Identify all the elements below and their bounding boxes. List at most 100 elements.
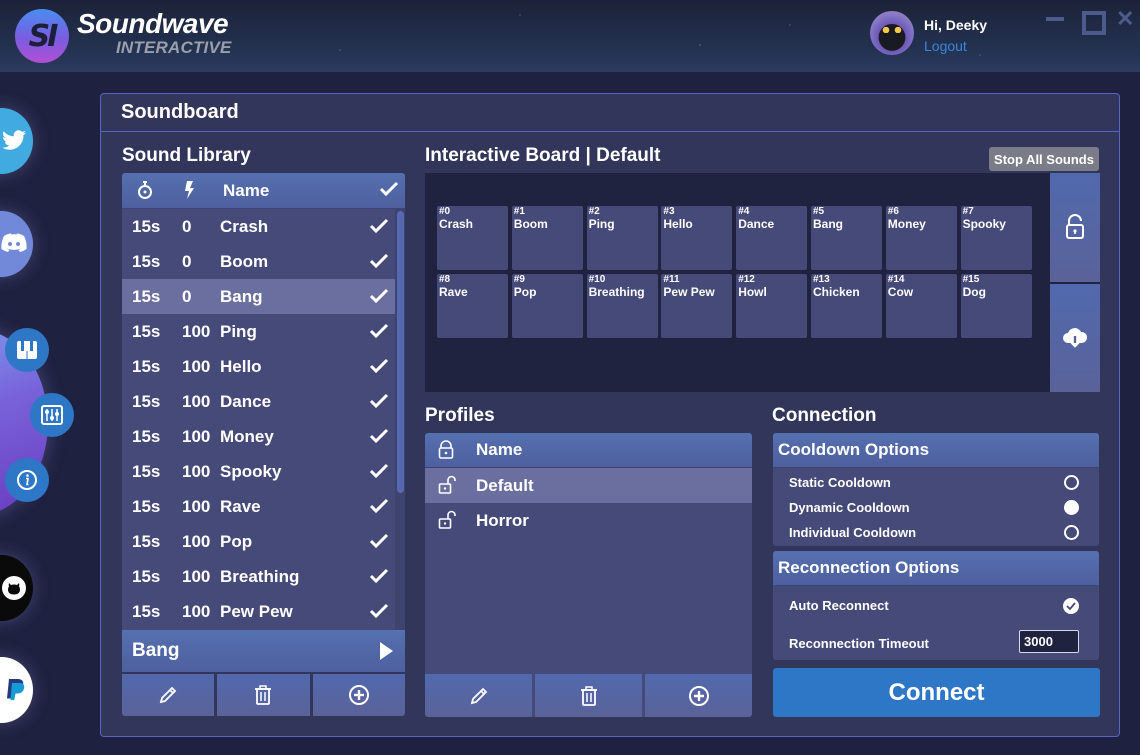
paypal-button[interactable] <box>0 657 33 723</box>
sound-row[interactable]: 15s 100 Pop <box>122 524 395 559</box>
timeout-input[interactable] <box>1019 630 1079 653</box>
info-nav-button[interactable] <box>5 458 49 502</box>
board-pad[interactable]: #11 Pew Pew <box>661 274 733 338</box>
stop-all-sounds-button[interactable]: Stop All Sounds <box>989 147 1099 171</box>
auto-reconnect-label: Auto Reconnect <box>789 597 889 613</box>
check-icon[interactable] <box>369 463 389 479</box>
edit-profile-button[interactable] <box>425 674 532 717</box>
piano-icon <box>17 341 37 359</box>
cooldown-radio[interactable] <box>1064 475 1079 490</box>
close-button[interactable]: ✕ <box>1116 8 1134 30</box>
lock-board-button[interactable] <box>1050 173 1100 282</box>
trash-icon <box>255 685 272 705</box>
sound-row[interactable]: 15s 100 Spooky <box>122 454 395 489</box>
unlock-icon[interactable] <box>438 510 456 530</box>
trash-icon <box>580 685 597 706</box>
sound-row[interactable]: 15s 100 Money <box>122 419 395 454</box>
delete-sound-button[interactable] <box>217 674 310 716</box>
sound-row[interactable]: 15s 0 Crash <box>122 209 395 244</box>
sound-actions <box>122 674 405 716</box>
board-pad[interactable]: #9 Pop <box>511 274 583 338</box>
board-pad[interactable]: #15 Dog <box>960 274 1032 338</box>
add-profile-button[interactable] <box>645 674 752 717</box>
unlock-icon[interactable] <box>438 475 456 495</box>
check-icon[interactable] <box>369 498 389 514</box>
logout-link[interactable]: Logout <box>924 38 967 54</box>
sound-cooldown: 15s <box>132 461 161 481</box>
board-pad[interactable]: #1 Boom <box>511 206 583 270</box>
cooldown-radio[interactable] <box>1064 500 1079 515</box>
sound-name: Pop <box>220 531 253 551</box>
sound-cost: 100 <box>182 566 211 586</box>
auto-reconnect-checkbox[interactable] <box>1063 598 1079 614</box>
check-icon[interactable] <box>369 253 389 269</box>
check-icon[interactable] <box>369 428 389 444</box>
check-icon[interactable] <box>369 218 389 234</box>
check-icon[interactable] <box>369 323 389 339</box>
cooldown-option-list: Static Cooldown Dynamic Cooldown Individua… <box>773 468 1099 545</box>
stopwatch-icon[interactable] <box>137 180 153 200</box>
sound-cost: 100 <box>182 321 211 341</box>
sound-row[interactable]: 15s 0 Boom <box>122 244 395 279</box>
play-icon[interactable] <box>380 642 393 660</box>
discord-button[interactable] <box>0 211 33 277</box>
maximize-button[interactable] <box>1081 10 1106 35</box>
board-pad[interactable]: #7 Spooky <box>960 206 1032 270</box>
connect-button[interactable]: Connect <box>773 668 1100 717</box>
check-icon[interactable] <box>369 358 389 374</box>
scrollbar[interactable] <box>395 209 405 630</box>
scrollbar-thumb[interactable] <box>397 211 404 493</box>
minimize-button[interactable] <box>1046 10 1064 28</box>
board-pad[interactable]: #0 Crash <box>437 206 508 270</box>
sound-cooldown: 15s <box>132 286 161 306</box>
board-pad[interactable]: #8 Rave <box>437 274 508 338</box>
edit-sound-button[interactable] <box>122 674 215 716</box>
pencil-icon <box>470 687 487 704</box>
selected-sound-name: Bang <box>132 640 180 661</box>
board-pad[interactable]: #3 Hello <box>661 206 733 270</box>
column-name[interactable]: Name <box>223 181 269 201</box>
sound-row[interactable]: 15s 100 Dance <box>122 384 395 419</box>
profile-row[interactable]: Horror <box>425 503 752 538</box>
sound-row[interactable]: 15s 0 Bang <box>122 279 395 314</box>
lock-icon[interactable] <box>438 440 454 460</box>
sound-row[interactable]: 15s 100 Hello <box>122 349 395 384</box>
settings-nav-button[interactable] <box>30 393 74 437</box>
board-pad[interactable]: #5 Bang <box>810 206 882 270</box>
twitter-button[interactable] <box>0 108 33 174</box>
check-icon[interactable] <box>369 288 389 304</box>
board-pad[interactable]: #10 Breathing <box>586 274 658 338</box>
delete-profile-button[interactable] <box>535 674 642 717</box>
board-pad[interactable]: #6 Money <box>885 206 957 270</box>
pad-label: Money <box>887 217 926 231</box>
sound-cooldown: 15s <box>132 321 161 341</box>
check-icon[interactable] <box>369 533 389 549</box>
pad-number: #3 <box>663 206 675 217</box>
sound-cooldown: 15s <box>132 531 161 551</box>
board-pad[interactable]: #12 Howl <box>736 274 808 338</box>
sound-row[interactable]: 15s 100 Breathing <box>122 559 395 594</box>
github-button[interactable] <box>0 555 33 621</box>
cooldown-radio[interactable] <box>1064 525 1079 540</box>
board-pad[interactable]: #2 Ping <box>586 206 658 270</box>
soundboard-nav-button[interactable] <box>5 328 49 372</box>
sound-row[interactable]: 15s 100 Rave <box>122 489 395 524</box>
board-pad[interactable]: #14 Cow <box>885 274 957 338</box>
cloud-upload-button[interactable] <box>1050 283 1100 392</box>
board-pad[interactable]: #13 Chicken <box>810 274 882 338</box>
sound-row[interactable]: 15s 100 Ping <box>122 314 395 349</box>
bolt-icon[interactable] <box>184 180 196 200</box>
check-icon <box>1066 602 1076 610</box>
check-icon[interactable] <box>369 393 389 409</box>
board-grid: #0 Crash #1 Boom #2 Ping #3 Hello #4 Dance #5 Bang #… <box>437 206 1032 338</box>
profile-row[interactable]: Default <box>425 468 752 503</box>
avatar[interactable] <box>870 11 914 55</box>
check-icon[interactable] <box>379 181 399 197</box>
board-pad[interactable]: #4 Dance <box>736 206 808 270</box>
pad-label: Dog <box>962 285 986 299</box>
check-icon[interactable] <box>369 568 389 584</box>
sound-row[interactable]: 15s 100 Pew Pew <box>122 594 395 629</box>
column-name[interactable]: Name <box>476 440 522 460</box>
add-sound-button[interactable] <box>312 674 405 716</box>
check-icon[interactable] <box>369 603 389 619</box>
